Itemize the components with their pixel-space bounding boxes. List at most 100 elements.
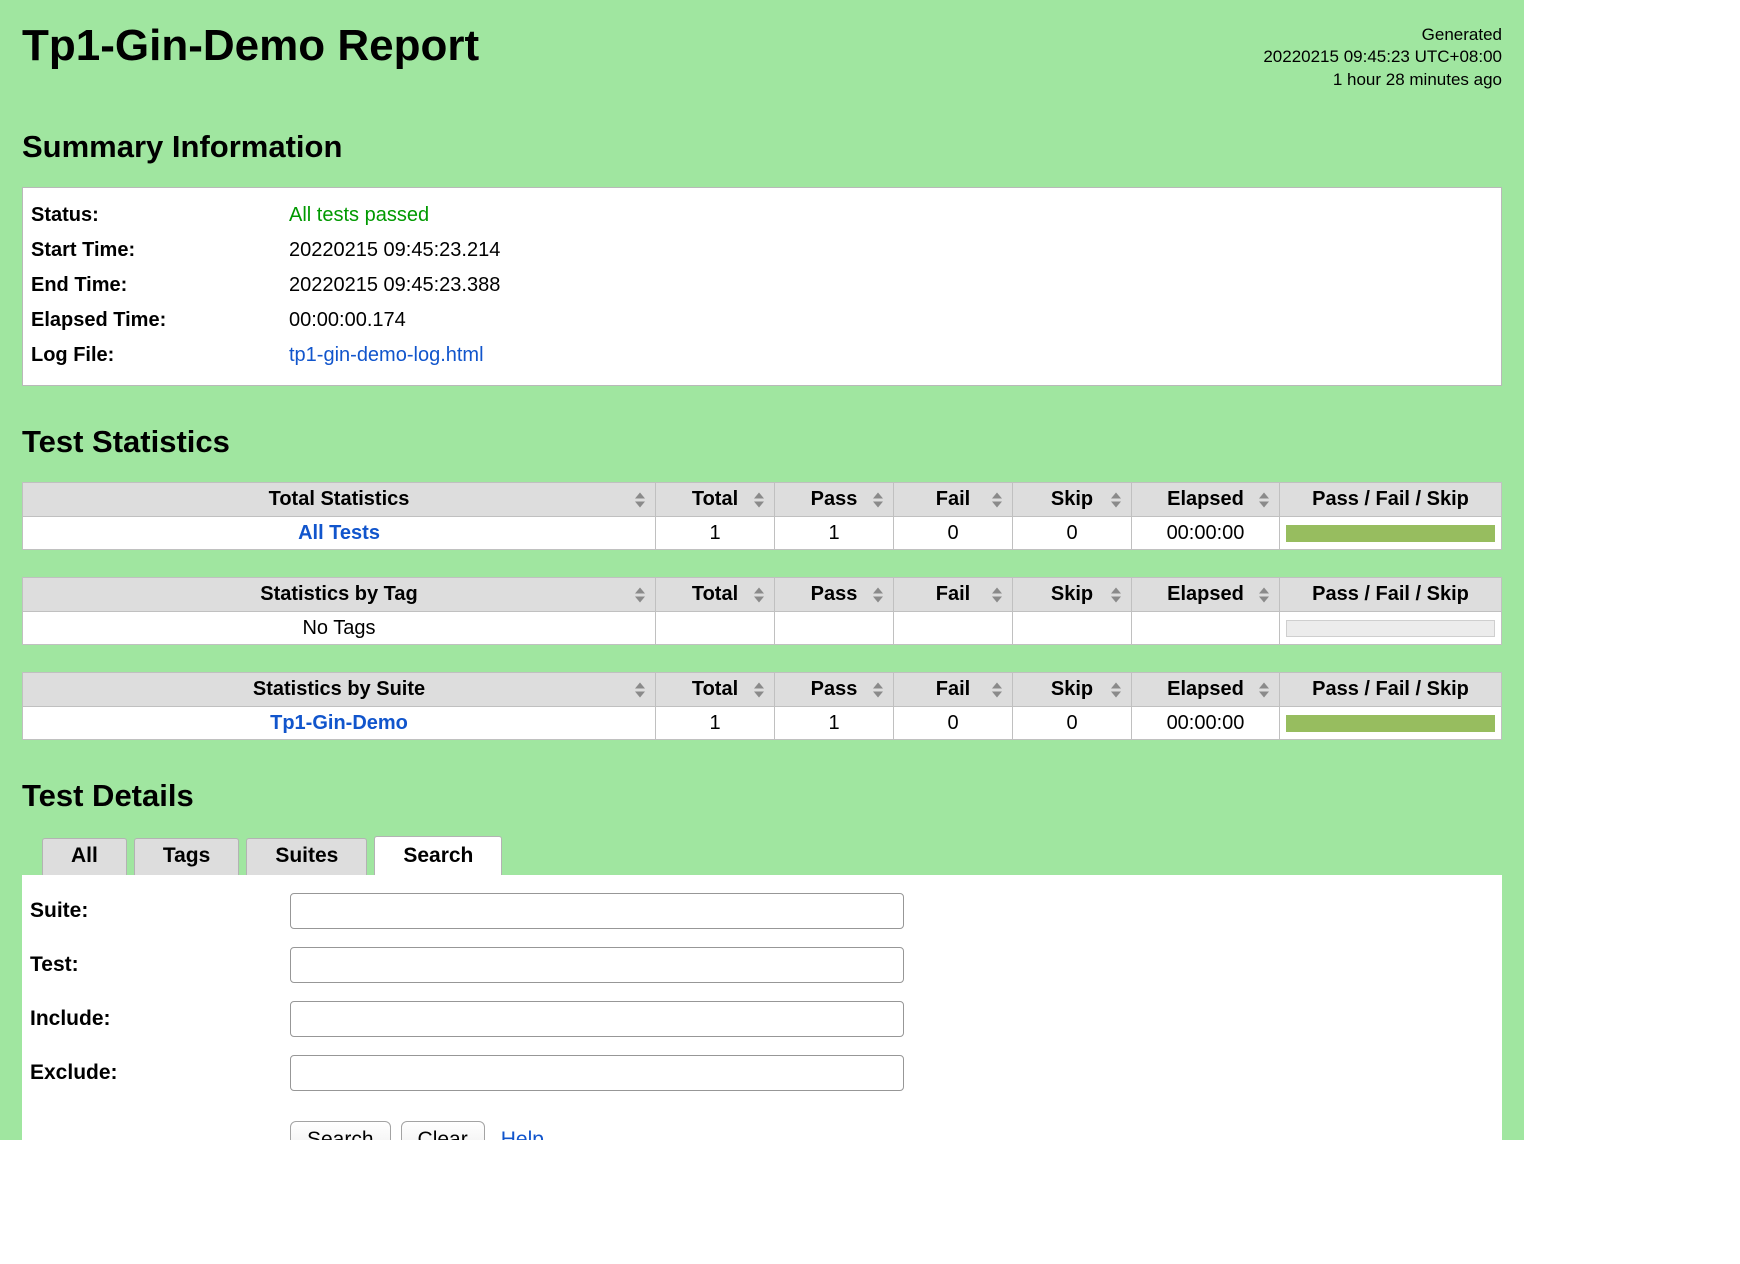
form-row-exclude: Exclude: [30, 1055, 1494, 1091]
buttons-row: Search Clear Help [290, 1121, 1494, 1140]
sort-icon[interactable] [992, 682, 1002, 697]
end-time-value: 20220215 09:45:23.388 [289, 272, 1493, 299]
col-header-total: Total [656, 483, 775, 517]
summary-label: Elapsed Time: [31, 307, 289, 334]
form-row-include: Include: [30, 1001, 1494, 1037]
total-statistics-table: Total Statistics Total Pass Fail Skip El… [22, 482, 1502, 550]
col-header-skip: Skip [1013, 673, 1132, 707]
report-header: Tp1-Gin-Demo Report Generated 20220215 0… [22, 22, 1502, 91]
test-input[interactable] [290, 947, 904, 983]
tab-tags[interactable]: Tags [134, 838, 239, 877]
col-header-skip: Skip [1013, 578, 1132, 612]
fail-cell: 0 [894, 517, 1013, 550]
pass-fail-skip-bar [1286, 525, 1495, 542]
statistics-by-suite-table: Statistics by Suite Total Pass Fail Skip… [22, 672, 1502, 740]
exclude-label: Exclude: [30, 1061, 290, 1085]
summary-label: Start Time: [31, 237, 289, 264]
summary-row-log-file: Log File: tp1-gin-demo-log.html [23, 338, 1501, 373]
elapsed-time-value: 00:00:00.174 [289, 307, 1493, 334]
summary-label: Status: [31, 202, 289, 229]
tab-all[interactable]: All [42, 838, 127, 877]
tab-search[interactable]: Search [374, 836, 502, 875]
search-button[interactable]: Search [290, 1121, 391, 1140]
sort-icon[interactable] [1111, 587, 1121, 602]
tab-suites[interactable]: Suites [246, 838, 367, 877]
total-cell: 1 [656, 517, 775, 550]
page-title: Tp1-Gin-Demo Report [22, 22, 479, 70]
include-input[interactable] [290, 1001, 904, 1037]
pass-fail-skip-bar [1286, 620, 1495, 637]
sort-icon[interactable] [1259, 682, 1269, 697]
fail-cell [894, 612, 1013, 645]
statistics-heading: Test Statistics [22, 424, 1502, 460]
col-header-elapsed: Elapsed [1132, 483, 1280, 517]
generated-label: Generated [1263, 24, 1502, 46]
summary-heading: Summary Information [22, 129, 1502, 165]
sort-icon[interactable] [873, 682, 883, 697]
col-header-total-statistics: Total Statistics [23, 483, 656, 517]
total-cell [656, 612, 775, 645]
sort-icon[interactable] [873, 492, 883, 507]
table-header-row: Statistics by Tag Total Pass Fail Skip E… [23, 578, 1502, 612]
summary-label: Log File: [31, 342, 289, 369]
status-value: All tests passed [289, 202, 1493, 229]
suite-label: Suite: [30, 899, 290, 923]
total-cell: 1 [656, 707, 775, 740]
sort-icon[interactable] [635, 587, 645, 602]
elapsed-cell: 00:00:00 [1132, 517, 1280, 550]
skip-cell [1013, 612, 1132, 645]
col-header-statistics-by-suite: Statistics by Suite [23, 673, 656, 707]
sort-icon[interactable] [754, 587, 764, 602]
col-header-fail: Fail [894, 483, 1013, 517]
summary-row-start-time: Start Time: 20220215 09:45:23.214 [23, 233, 1501, 268]
sort-icon[interactable] [1111, 682, 1121, 697]
table-header-row: Total Statistics Total Pass Fail Skip El… [23, 483, 1502, 517]
generated-time: 20220215 09:45:23 UTC+08:00 [1263, 46, 1502, 68]
sort-icon[interactable] [754, 492, 764, 507]
generated-ago: 1 hour 28 minutes ago [1263, 69, 1502, 91]
table-header-row: Statistics by Suite Total Pass Fail Skip… [23, 673, 1502, 707]
col-header-skip: Skip [1013, 483, 1132, 517]
table-row: No Tags [23, 612, 1502, 645]
sort-icon[interactable] [635, 682, 645, 697]
summary-row-status: Status: All tests passed [23, 198, 1501, 233]
report-page: Tp1-Gin-Demo Report Generated 20220215 0… [0, 0, 1524, 1140]
sort-icon[interactable] [1259, 492, 1269, 507]
form-row-test: Test: [30, 947, 1494, 983]
log-file-link[interactable]: tp1-gin-demo-log.html [289, 344, 484, 366]
summary-row-elapsed-time: Elapsed Time: 00:00:00.174 [23, 303, 1501, 338]
sort-icon[interactable] [754, 682, 764, 697]
col-header-fail: Fail [894, 673, 1013, 707]
summary-label: End Time: [31, 272, 289, 299]
summary-row-end-time: End Time: 20220215 09:45:23.388 [23, 268, 1501, 303]
statistics-by-tag-table: Statistics by Tag Total Pass Fail Skip E… [22, 577, 1502, 645]
sort-icon[interactable] [992, 587, 1002, 602]
all-tests-link[interactable]: All Tests [298, 522, 380, 544]
sort-icon[interactable] [992, 492, 1002, 507]
sort-icon[interactable] [1259, 587, 1269, 602]
elapsed-cell [1132, 612, 1280, 645]
start-time-value: 20220215 09:45:23.214 [289, 237, 1493, 264]
exclude-input[interactable] [290, 1055, 904, 1091]
sort-icon[interactable] [1111, 492, 1121, 507]
col-header-pass-fail-skip: Pass / Fail / Skip [1280, 673, 1502, 707]
suite-input[interactable] [290, 893, 904, 929]
table-row: All Tests 1 1 0 0 00:00:00 [23, 517, 1502, 550]
form-row-suite: Suite: [30, 893, 1494, 929]
sort-icon[interactable] [873, 587, 883, 602]
col-header-elapsed: Elapsed [1132, 578, 1280, 612]
fail-cell: 0 [894, 707, 1013, 740]
col-header-total: Total [656, 673, 775, 707]
col-header-statistics-by-tag: Statistics by Tag [23, 578, 656, 612]
table-row: Tp1-Gin-Demo 1 1 0 0 00:00:00 [23, 707, 1502, 740]
suite-link[interactable]: Tp1-Gin-Demo [270, 712, 408, 734]
sort-icon[interactable] [635, 492, 645, 507]
col-header-pass-fail-skip: Pass / Fail / Skip [1280, 483, 1502, 517]
clear-button[interactable]: Clear [401, 1121, 485, 1140]
help-link[interactable]: Help [501, 1128, 544, 1140]
col-header-pass: Pass [775, 673, 894, 707]
col-header-pass-fail-skip: Pass / Fail / Skip [1280, 578, 1502, 612]
skip-cell: 0 [1013, 517, 1132, 550]
summary-box: Status: All tests passed Start Time: 202… [22, 187, 1502, 386]
pass-cell: 1 [775, 517, 894, 550]
